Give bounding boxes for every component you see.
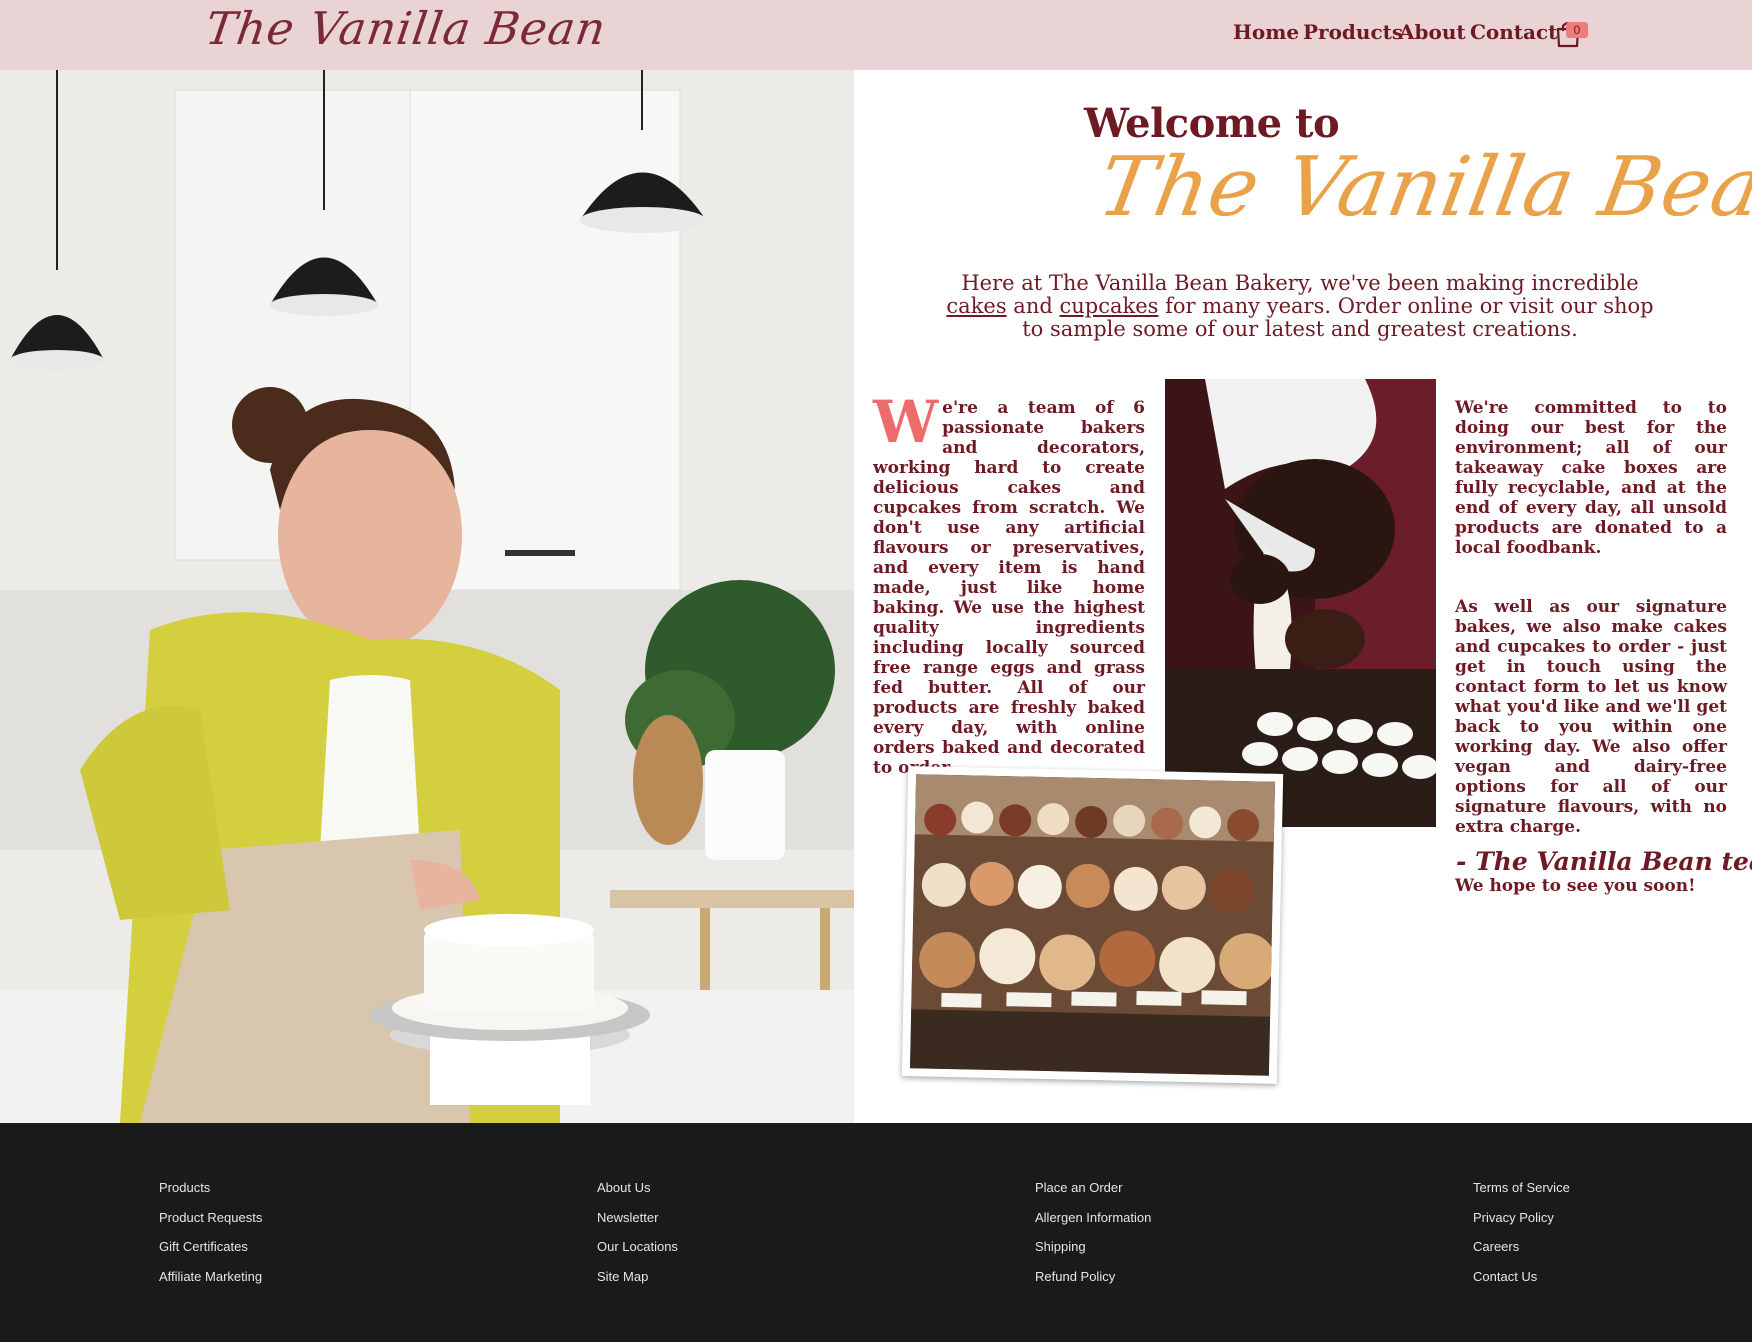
footer-link-refund-policy[interactable]: Refund Policy [1035, 1269, 1151, 1299]
dropcap-letter: W [873, 388, 939, 456]
nav-contact[interactable]: Contact [1470, 20, 1557, 44]
team-signoff: - The Vanilla Bean team [1456, 847, 1752, 876]
cakes-link[interactable]: cakes [946, 294, 1006, 318]
footer-link-terms-of-service[interactable]: Terms of Service [1473, 1180, 1570, 1210]
site-footer: Products Product Requests Gift Certifica… [0, 1123, 1752, 1342]
footer-link-product-requests[interactable]: Product Requests [159, 1210, 262, 1240]
footer-link-newsletter[interactable]: Newsletter [597, 1210, 678, 1240]
footer-link-gift-certificates[interactable]: Gift Certificates [159, 1239, 262, 1269]
environment-paragraph: We're committed to to doing our best for… [1455, 398, 1727, 558]
about-team-paragraph: We're a team of 6 passionate bakers and … [873, 388, 1145, 778]
footer-link-about-us[interactable]: About Us [597, 1180, 678, 1210]
footer-column-3: Place an Order Allergen Information Ship… [1035, 1180, 1151, 1298]
footer-link-site-map[interactable]: Site Map [597, 1269, 678, 1299]
photo-cupcakes-display [901, 766, 1284, 1084]
nav-products[interactable]: Products [1303, 20, 1403, 44]
footer-link-contact-us[interactable]: Contact Us [1473, 1269, 1570, 1299]
footer-link-place-order[interactable]: Place an Order [1035, 1180, 1151, 1210]
footer-link-shipping[interactable]: Shipping [1035, 1239, 1151, 1269]
footer-column-2: About Us Newsletter Our Locations Site M… [597, 1180, 678, 1298]
intro-text-and: and [1006, 294, 1060, 318]
hero-image-baker-in-kitchen [0, 70, 854, 1123]
closing-paragraph: We hope to see you soon! [1455, 876, 1696, 896]
intro-text-start: Here at The Vanilla Bean Bakery, we've b… [961, 271, 1639, 295]
footer-link-privacy-policy[interactable]: Privacy Policy [1473, 1210, 1570, 1240]
footer-column-4: Terms of Service Privacy Policy Careers … [1473, 1180, 1570, 1298]
footer-link-our-locations[interactable]: Our Locations [597, 1239, 678, 1269]
nav-about[interactable]: About [1399, 20, 1466, 44]
custom-orders-paragraph: As well as our signature bakes, we also … [1455, 597, 1727, 837]
cupcakes-link[interactable]: cupcakes [1059, 294, 1158, 318]
welcome-brand-name: The Vanilla Bean [1091, 140, 1752, 235]
footer-column-1: Products Product Requests Gift Certifica… [159, 1180, 262, 1298]
footer-link-allergen-information[interactable]: Allergen Information [1035, 1210, 1151, 1240]
site-logo[interactable]: The Vanilla Bean [202, 2, 609, 55]
site-header: The Vanilla Bean Home Products About Con… [0, 0, 1752, 70]
footer-link-products[interactable]: Products [159, 1180, 262, 1210]
cart-count-badge: 0 [1566, 22, 1588, 38]
footer-link-affiliate-marketing[interactable]: Affiliate Marketing [159, 1269, 262, 1299]
photo-baker-piping-icing [1165, 379, 1436, 827]
nav-home[interactable]: Home [1233, 20, 1299, 44]
intro-paragraph: Here at The Vanilla Bean Bakery, we've b… [940, 272, 1660, 341]
footer-link-careers[interactable]: Careers [1473, 1239, 1570, 1269]
